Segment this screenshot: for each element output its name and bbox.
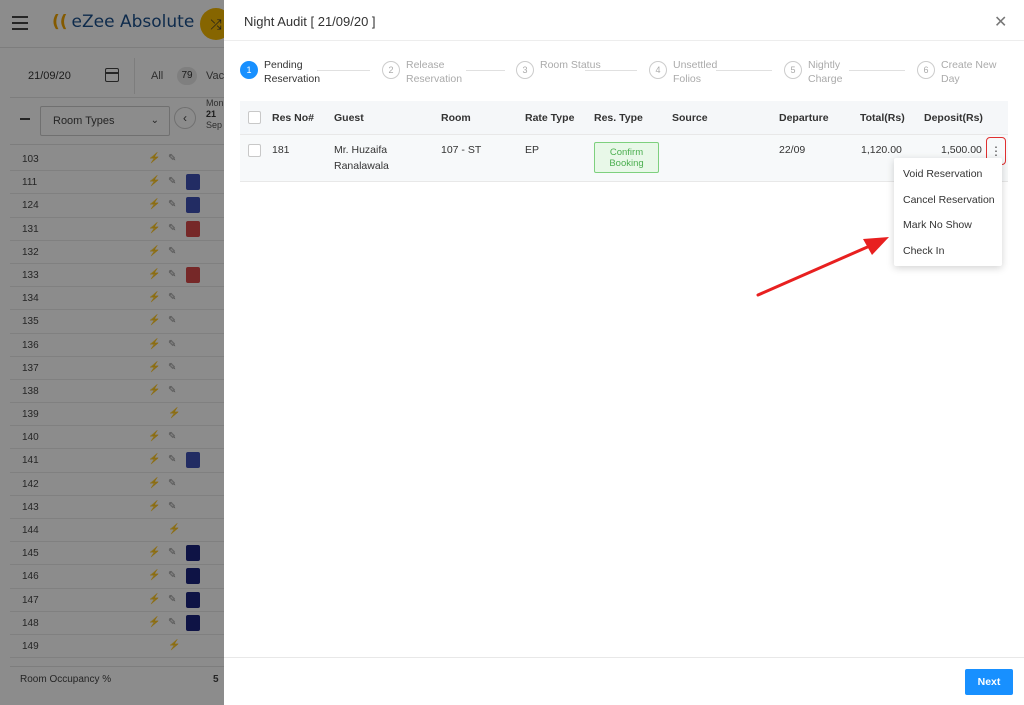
step-label-line1: Room Status: [540, 59, 601, 71]
step-connector: [716, 70, 772, 71]
col-departure: Departure: [779, 112, 829, 124]
step-label: Unsettled Folios: [673, 58, 717, 86]
step-label-line2: Folios: [673, 73, 702, 85]
rate-type-cell: EP: [525, 144, 540, 156]
step-label-line2: Reservation: [264, 73, 321, 85]
table-header: Res No# Guest Room Rate Type Res. Type S…: [240, 101, 1008, 135]
menu-void-reservation[interactable]: Void Reservation: [894, 162, 1002, 188]
step-number: 5: [784, 61, 802, 79]
audit-stepper: 1 Pending Reservation 2 Release Reservation 3 R…: [240, 58, 1014, 94]
divider: [224, 40, 1024, 41]
departure-cell: 22/09: [779, 144, 806, 156]
step-connector: [317, 70, 370, 71]
step-number: 6: [917, 61, 935, 79]
night-audit-drawer: Night Audit [ 21/09/20 ] ✕ 1 Pending Reser…: [224, 0, 1024, 705]
step-number: 1: [240, 61, 258, 79]
col-room: Room: [441, 112, 471, 124]
footer-divider: [224, 657, 1024, 658]
select-all-checkbox[interactable]: [248, 111, 261, 124]
step-number: 2: [382, 61, 400, 79]
step-label-line1: Unsettled: [673, 59, 718, 71]
close-icon[interactable]: ✕: [994, 12, 1007, 32]
col-rate-type: Rate Type: [525, 112, 575, 124]
res-type-line2: Booking: [609, 158, 644, 169]
room-cell: 107 - ST: [441, 144, 482, 156]
step-number: 4: [649, 61, 667, 79]
total-cell: 1,120.00: [861, 144, 902, 156]
step-connector: [466, 70, 505, 71]
col-guest: Guest: [334, 112, 364, 124]
guest-cell-line1: Mr. Huzaifa: [334, 144, 388, 156]
res-type-line1: Confirm: [609, 147, 644, 158]
col-total: Total(Rs): [860, 112, 905, 124]
col-res-no: Res No#: [272, 112, 315, 124]
col-res-type: Res. Type: [594, 112, 643, 124]
deposit-cell: 1,500.00: [941, 144, 982, 156]
step-label: Release Reservation: [406, 58, 462, 86]
row-checkbox[interactable]: [248, 144, 261, 157]
step-label: Pending Reservation: [264, 58, 320, 86]
res-type-badge: Confirm Booking: [594, 142, 659, 173]
step-label-line2: Day: [941, 73, 960, 85]
step-label-line1: Create New: [941, 59, 997, 71]
res-no-cell: 181: [272, 144, 290, 156]
step-label: Room Status: [540, 58, 601, 72]
step-label-line2: Reservation: [406, 73, 463, 85]
menu-mark-no-show[interactable]: Mark No Show: [894, 213, 1002, 239]
step-label: Create New Day: [941, 58, 996, 86]
step-label-line2: Charge: [808, 73, 843, 85]
drawer-title: Night Audit [ 21/09/20 ]: [244, 14, 376, 29]
step-label-line1: Pending: [264, 59, 303, 71]
row-actions-menu: Void Reservation Cancel Reservation Mark N…: [894, 158, 1002, 266]
step-label: Nightly Charge: [808, 58, 842, 86]
step-label-line1: Release: [406, 59, 445, 71]
step-number: 3: [516, 61, 534, 79]
step-label-line1: Nightly: [808, 59, 841, 71]
table-row[interactable]: 181 Mr. Huzaifa Ranalawala 107 - ST EP C…: [240, 135, 1008, 182]
menu-cancel-reservation[interactable]: Cancel Reservation: [894, 188, 1002, 214]
menu-check-in[interactable]: Check In: [894, 239, 1002, 265]
col-deposit: Deposit(Rs): [924, 112, 983, 124]
guest-cell-line2: Ranalawala: [334, 160, 389, 172]
col-source: Source: [672, 112, 708, 124]
next-button[interactable]: Next: [965, 669, 1013, 695]
step-connector: [849, 70, 905, 71]
